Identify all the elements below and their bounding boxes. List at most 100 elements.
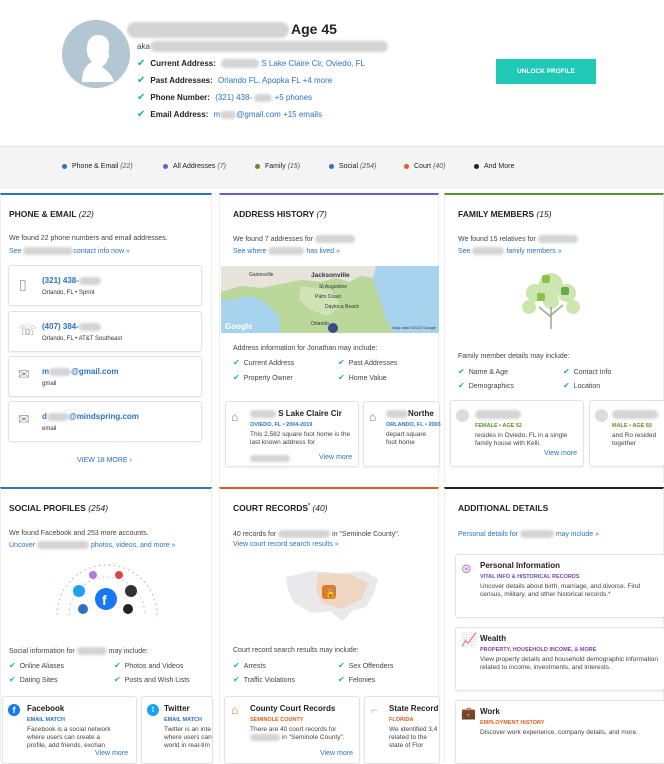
view-more-button[interactable]: VIEW 18 MORE › xyxy=(77,457,132,464)
email-row: ✔ Email Address: m @gmail.com +15 emails xyxy=(137,109,322,120)
redacted xyxy=(254,93,273,102)
social-card[interactable]: t Twitter EMAIL MATCH Twitter is an inte… xyxy=(141,696,213,764)
check-icon: ✔ xyxy=(338,358,345,367)
phone-link[interactable]: (321) 438- xyxy=(215,93,252,102)
include-label: Property Owner xyxy=(243,375,293,382)
tab-social[interactable]: Social (254) xyxy=(329,163,376,170)
see-link[interactable]: Uncover xyxy=(9,542,35,549)
see-link[interactable]: See xyxy=(458,248,470,255)
found-row: We found 15 relatives for xyxy=(458,235,578,243)
view-more-link[interactable]: View more xyxy=(319,454,352,461)
phone-number[interactable]: (407) 384- xyxy=(42,322,79,331)
tab-phone-email[interactable]: Phone & Email (22) xyxy=(62,163,133,170)
found-text: We found Facebook and 253 more accounts. xyxy=(9,530,149,537)
include-item: ✔ Name & Age xyxy=(458,367,508,376)
tab-label: Social xyxy=(339,163,359,170)
phone-number[interactable]: (321) 438- xyxy=(42,276,79,285)
check-icon: ✔ xyxy=(458,367,465,376)
see-link-row[interactable]: See where has lived » xyxy=(233,247,340,255)
landline-phone-icon: ☏ xyxy=(19,322,37,338)
detail-desc: View property details and household demo… xyxy=(480,656,659,671)
include-item: ✔ Arrests xyxy=(233,661,266,670)
fingerprint-icon: ⊛ xyxy=(461,561,472,576)
detail-card-personal[interactable]: ⊛ Personal Information VITAL INFO & HIST… xyxy=(455,554,664,618)
court-search-link[interactable]: View court record search results » xyxy=(233,541,339,548)
see-link-2[interactable]: family members » xyxy=(506,248,561,255)
found-text: We found 7 addresses for xyxy=(233,235,314,243)
court-title: County Court Records xyxy=(250,704,336,713)
see-link-2[interactable]: has lived » xyxy=(306,248,339,255)
redacted xyxy=(250,455,290,462)
include-item: ✔ Traffic Violations xyxy=(233,675,295,684)
email-address[interactable]: m xyxy=(42,367,49,376)
redacted xyxy=(250,734,280,741)
detail-card-work[interactable]: 💼 Work EMPLOYMENT HISTORY Discover work … xyxy=(455,700,664,764)
detail-badge: EMPLOYMENT HISTORY xyxy=(480,720,545,726)
tab-family[interactable]: Family (15) xyxy=(255,163,300,170)
detail-card-wealth[interactable]: 📈 Wealth PROPERTY, HOUSEHOLD INCOME, & M… xyxy=(455,627,664,691)
view-more-link[interactable]: View more xyxy=(95,750,128,757)
see-link-row[interactable]: Personal details for may include » xyxy=(458,530,599,538)
email-card[interactable]: ✉ m @gmail.com gmail xyxy=(8,356,202,397)
see-link[interactable]: Personal details for xyxy=(458,531,518,538)
additional-details-panel: ADDITIONAL DETAILS Personal details for … xyxy=(444,487,664,764)
see-link-row[interactable]: See family members » xyxy=(458,247,562,255)
more-phones-link[interactable]: +5 phones xyxy=(275,93,313,102)
include-item: ✔ Photos and Videos xyxy=(114,661,183,670)
check-icon: ✔ xyxy=(233,661,240,670)
check-icon: ✔ xyxy=(137,109,146,120)
include-label: Arrests xyxy=(243,663,266,670)
check-icon: ✔ xyxy=(114,661,121,670)
aka-label: aka xyxy=(137,42,150,51)
relative-desc: and Ro resided together xyxy=(612,432,657,447)
email-card[interactable]: ✉ d @mindspring.com email xyxy=(8,401,202,442)
phone-sub: Orlando, FL • AT&T Southeast xyxy=(42,336,123,342)
court-card[interactable]: ⌂ County Court Records SEMINOLE COUNTY T… xyxy=(224,696,360,764)
address-card[interactable]: ⌂ S Lake Claire Cir OVIEDO, FL • 2004-20… xyxy=(225,401,359,467)
include-item: ✔ Home Value xyxy=(338,373,387,382)
detail-title: Wealth xyxy=(480,634,507,643)
svg-text:f: f xyxy=(102,592,107,608)
more-emails-link[interactable]: @gmail.com +15 emails xyxy=(236,110,322,119)
tab-and-more[interactable]: And More xyxy=(474,163,514,170)
view-more-link[interactable]: View more xyxy=(320,750,353,757)
family-members-panel: FAMILY MEMBERS (15) We found 15 relative… xyxy=(444,193,664,483)
detail-badge: VITAL INFO & HISTORICAL RECORDS xyxy=(480,574,580,580)
phone-card[interactable]: ▯ (321) 438- Orlando, FL • Sprint xyxy=(8,265,202,306)
see-link-row[interactable]: View court record search results » xyxy=(233,541,339,548)
tab-label: And More xyxy=(484,163,515,170)
court-desc: We identified 3,4 related to the state o… xyxy=(389,726,438,749)
see-link-2[interactable]: contact info now » xyxy=(73,248,129,255)
unlock-profile-button[interactable]: UNLOCK PROFILE xyxy=(496,59,596,84)
see-link[interactable]: See where xyxy=(233,248,266,255)
email-domain[interactable]: @mindspring.com xyxy=(69,412,139,421)
map-city-label: Palm Coast xyxy=(315,294,341,300)
email-domain[interactable]: @gmail.com xyxy=(71,367,118,376)
past-addresses-link[interactable]: Orlando FL, Apopka FL +4 more xyxy=(218,76,332,85)
relative-card[interactable]: FEMALE • AGE 52 resides in Oviedo, FL in… xyxy=(450,400,584,467)
include-label: Sex Offenders xyxy=(348,663,394,670)
current-address-link[interactable]: S Lake Claire Cir, Oviedo, FL xyxy=(261,59,365,68)
mobile-phone-icon: ▯ xyxy=(19,276,27,292)
see-link[interactable]: See xyxy=(9,248,21,255)
include-item: ✔ Current Address xyxy=(233,358,294,367)
check-icon: ✔ xyxy=(233,675,240,684)
court-desc: There are 40 court records for xyxy=(250,726,337,733)
tab-court[interactable]: Court (40) xyxy=(404,163,446,170)
see-link-2[interactable]: photos, videos, and more » xyxy=(91,542,175,549)
panel-title: COURT RECORDS* (40) xyxy=(233,503,328,513)
email-link[interactable]: m xyxy=(214,110,221,119)
relative-card[interactable]: MALE • AGE 55 and Ro resided together xyxy=(589,400,664,467)
tab-all-addresses[interactable]: All Addresses (7) xyxy=(163,163,226,170)
include-label: Posts and Wish Lists xyxy=(124,677,190,684)
redacted xyxy=(250,409,276,418)
view-more-link[interactable]: View more xyxy=(544,450,577,457)
see-link-row[interactable]: Uncover photos, videos, and more » xyxy=(9,541,175,549)
address-map[interactable]: Jacksonville Gainesville St Augustine Pa… xyxy=(221,266,439,333)
court-card[interactable]: ⌐ State Record FLORIDA We identified 3,4… xyxy=(364,696,440,764)
social-card[interactable]: f Facebook EMAIL MATCH Facebook is a soc… xyxy=(2,696,137,764)
phone-card[interactable]: ☏ (407) 384- Orlando, FL • AT&T Southeas… xyxy=(8,311,202,352)
see-link-2[interactable]: may include » xyxy=(556,531,599,538)
see-link-row[interactable]: See contact info now » xyxy=(9,247,130,255)
address-card[interactable]: ⌂ Northe ORLANDO, FL • 2003 depart squar… xyxy=(363,401,441,467)
